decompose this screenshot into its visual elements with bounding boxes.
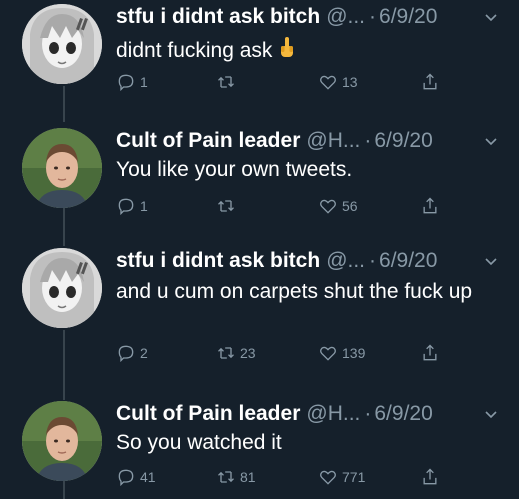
like-count: 139 xyxy=(342,345,366,361)
retweet-icon xyxy=(218,347,234,359)
reply-button[interactable]: 1 xyxy=(116,72,148,92)
like-count: 13 xyxy=(342,74,358,90)
retweet-button[interactable]: 23 xyxy=(216,343,256,363)
retweet-button[interactable] xyxy=(216,196,240,216)
heart-icon xyxy=(320,75,336,90)
retweet-icon xyxy=(218,76,234,88)
like-count: 771 xyxy=(342,469,366,485)
chevron-down-icon[interactable] xyxy=(483,133,499,149)
like-button[interactable]: 771 xyxy=(318,467,365,487)
reply-icon xyxy=(118,345,134,363)
tweet[interactable]: Cult of Pain leader @H... · 6/9/20 You l… xyxy=(0,124,519,244)
avatar[interactable] xyxy=(22,401,102,481)
tweet[interactable]: stfu i didnt ask bitch @... · 6/9/20 did… xyxy=(0,0,519,120)
tweet-text: and u cum on carpets shut the fuck up xyxy=(116,280,473,303)
display-name[interactable]: stfu i didnt ask bitch xyxy=(116,249,320,273)
tweet-date[interactable]: 6/9/20 xyxy=(374,129,432,153)
reply-icon xyxy=(118,469,134,487)
display-name[interactable]: Cult of Pain leader xyxy=(116,129,300,153)
display-name[interactable]: stfu i didnt ask bitch xyxy=(116,5,320,29)
separator-dot: · xyxy=(369,249,377,272)
tweet-text: You like your own tweets. xyxy=(116,158,353,181)
like-count: 56 xyxy=(342,198,358,214)
retweet-icon xyxy=(218,200,234,212)
user-handle[interactable]: @H... xyxy=(306,402,360,426)
tweet-text: didnt fucking ask xyxy=(116,39,273,62)
retweet-button[interactable]: 81 xyxy=(216,467,256,487)
tweet[interactable]: stfu i didnt ask bitch @... · 6/9/20 and… xyxy=(0,244,519,394)
reply-count: 2 xyxy=(140,345,148,361)
heart-icon xyxy=(320,470,336,485)
retweet-count: 23 xyxy=(240,345,256,361)
chevron-down-icon[interactable] xyxy=(483,9,499,25)
tweet-date[interactable]: 6/9/20 xyxy=(379,249,437,273)
heart-icon xyxy=(320,199,336,214)
avatar[interactable] xyxy=(22,4,102,84)
display-name[interactable]: Cult of Pain leader xyxy=(116,402,300,426)
user-handle[interactable]: @... xyxy=(326,5,365,29)
share-button[interactable] xyxy=(420,72,440,92)
chevron-down-icon[interactable] xyxy=(483,253,499,269)
share-icon xyxy=(423,468,437,485)
chevron-down-icon[interactable] xyxy=(483,406,499,422)
separator-dot: · xyxy=(364,129,372,152)
share-button[interactable] xyxy=(420,196,440,216)
share-icon xyxy=(423,344,437,361)
reply-icon xyxy=(118,74,134,92)
reply-button[interactable]: 41 xyxy=(116,467,156,487)
retweet-icon xyxy=(218,471,234,483)
user-handle[interactable]: @H... xyxy=(306,129,360,153)
tweet-date[interactable]: 6/9/20 xyxy=(379,5,437,29)
reply-count: 1 xyxy=(140,74,148,90)
tweet-text: So you watched it xyxy=(116,431,282,454)
tweet[interactable]: Cult of Pain leader @H... · 6/9/20 So yo… xyxy=(0,397,519,499)
like-button[interactable]: 139 xyxy=(318,343,365,363)
reply-icon xyxy=(118,198,134,216)
retweet-button[interactable] xyxy=(216,72,240,92)
share-icon xyxy=(423,73,437,90)
avatar[interactable] xyxy=(22,128,102,208)
share-button[interactable] xyxy=(420,467,440,487)
separator-dot: · xyxy=(364,402,372,425)
separator-dot: · xyxy=(369,5,377,28)
reply-button[interactable]: 1 xyxy=(116,196,148,216)
reply-button[interactable]: 2 xyxy=(116,343,148,363)
middle-finger-emoji xyxy=(278,36,296,67)
tweet-text-row: didnt fucking ask xyxy=(116,36,495,67)
retweet-count: 81 xyxy=(240,469,256,485)
heart-icon xyxy=(320,346,336,361)
avatar[interactable] xyxy=(22,248,102,328)
reply-count: 1 xyxy=(140,198,148,214)
tweet-date[interactable]: 6/9/20 xyxy=(374,402,432,426)
like-button[interactable]: 56 xyxy=(318,196,358,216)
like-button[interactable]: 13 xyxy=(318,72,358,92)
share-icon xyxy=(423,197,437,214)
share-button[interactable] xyxy=(420,343,440,363)
user-handle[interactable]: @... xyxy=(326,249,365,273)
reply-count: 41 xyxy=(140,469,156,485)
